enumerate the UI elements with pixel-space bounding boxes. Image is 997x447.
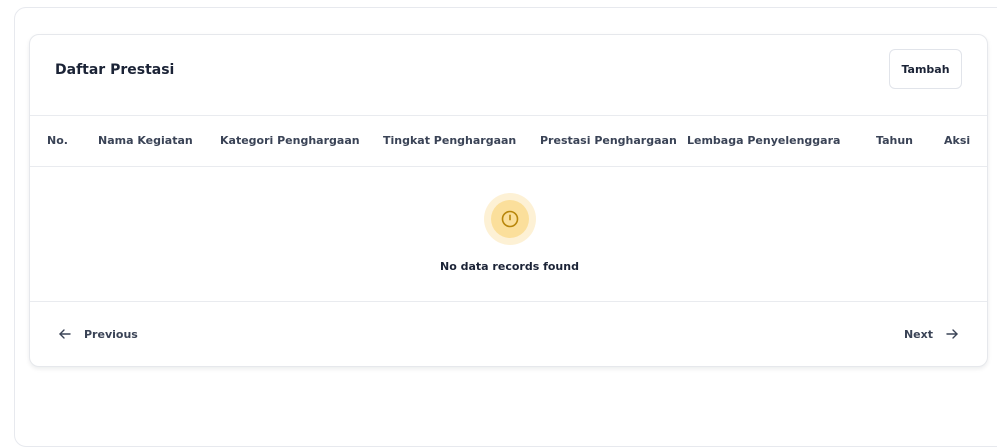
column-header-tahun[interactable]: Tahun xyxy=(876,116,913,166)
column-header-prestasi-penghargaan[interactable]: Prestasi Penghargaan xyxy=(540,116,677,166)
table-header: No. Nama Kegiatan Kategori Penghargaan T… xyxy=(30,115,987,167)
arrow-left-icon xyxy=(59,329,71,339)
column-header-lembaga-penyelenggara[interactable]: Lembaga Penyelenggara xyxy=(687,116,840,166)
next-page-button[interactable]: Next xyxy=(904,325,959,343)
column-header-no[interactable]: No. xyxy=(47,116,68,166)
info-circle-icon xyxy=(501,210,519,228)
empty-state-icon-halo xyxy=(484,193,536,245)
previous-page-button[interactable]: Previous xyxy=(58,325,138,343)
column-header-tingkat-penghargaan[interactable]: Tingkat Penghargaan xyxy=(383,116,516,166)
card-title: Daftar Prestasi xyxy=(55,62,175,78)
footer-divider xyxy=(30,301,987,302)
add-button[interactable]: Tambah xyxy=(889,49,962,89)
arrow-right-icon xyxy=(946,329,958,339)
previous-page-label: Previous xyxy=(84,327,138,341)
empty-state-message: No data records found xyxy=(440,260,579,273)
achievement-list-card: Daftar Prestasi Tambah No. Nama Kegiatan… xyxy=(29,34,988,367)
column-header-kategori-penghargaan[interactable]: Kategori Penghargaan xyxy=(220,116,360,166)
next-page-label: Next xyxy=(903,327,933,341)
column-header-nama-kegiatan[interactable]: Nama Kegiatan xyxy=(98,116,193,166)
empty-state-icon-ring xyxy=(491,200,529,238)
column-header-aksi[interactable]: Aksi xyxy=(944,116,970,166)
